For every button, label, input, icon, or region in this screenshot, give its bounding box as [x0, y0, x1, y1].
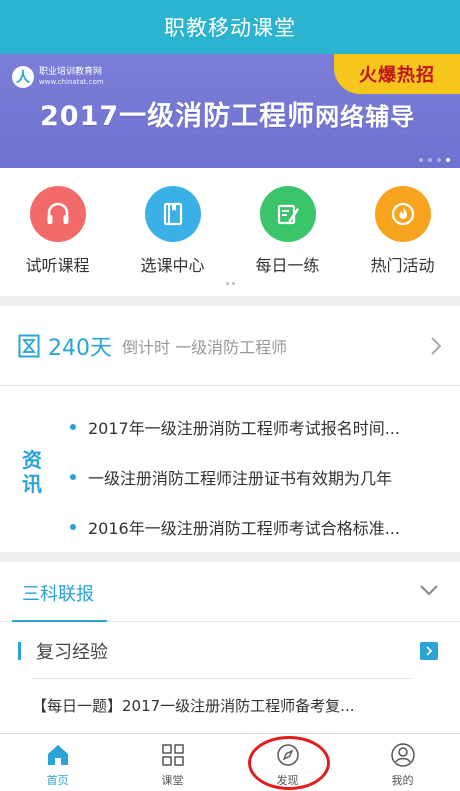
banner-headline: 2017一级消防工程师网络辅导	[40, 101, 416, 132]
home-icon	[47, 745, 68, 765]
app-header: 职教移动课堂	[0, 0, 460, 54]
news-badge-char: 讯	[22, 472, 42, 496]
book-icon	[144, 186, 201, 242]
tab-mine[interactable]: 我的	[345, 734, 460, 791]
review-section-title: 复习经验	[36, 642, 108, 663]
quick-links: 试听课程 选课中心 每日一练 热门活动	[0, 168, 460, 296]
page-title: 职教移动课堂	[164, 16, 296, 40]
article-link[interactable]: 【每日一题】2017一级注册消防工程师备考复...	[32, 678, 412, 732]
quick-link-courses[interactable]: 选课中心	[115, 186, 230, 276]
countdown-row[interactable]: 240天 倒计时 一级消防工程师	[0, 306, 460, 386]
hourglass-icon	[18, 334, 40, 357]
compass-icon	[276, 744, 299, 766]
quick-link-activities[interactable]: 热门活动	[345, 186, 460, 276]
banner-pager	[419, 158, 450, 162]
tab-home[interactable]: 首页	[0, 734, 115, 791]
grid-icon	[161, 744, 184, 766]
hot-tag: 火爆热招	[334, 54, 460, 94]
quick-link-label: 每日一练	[255, 256, 320, 275]
logo-url: www.chinatat.com	[39, 78, 104, 86]
edit-icon	[259, 186, 316, 242]
user-icon	[390, 743, 415, 767]
news-item[interactable]: 一级注册消防工程师注册证书有效期为几年	[70, 452, 440, 502]
countdown-label: 倒计时 一级消防工程师	[122, 337, 288, 357]
headphones-icon	[29, 186, 86, 242]
tab-three-subjects[interactable]: 三科联报	[22, 580, 94, 606]
flame-icon	[374, 186, 431, 242]
countdown-card: 240天 倒计时 一级消防工程师 资 讯 2017年一级注册消防工程师考试报名时…	[0, 306, 460, 552]
more-button[interactable]	[420, 642, 438, 660]
news-item[interactable]: 2016年一级注册消防工程师考试合格标准...	[70, 502, 440, 552]
news-badge-char: 资	[22, 448, 42, 472]
bullet-dot	[70, 524, 76, 530]
promo-banner[interactable]: 人 职业培训教育网 www.chinatat.com 火爆热招 2017一级消防…	[0, 54, 460, 168]
section-tabs: 三科联报	[0, 562, 460, 622]
tab-discover[interactable]: 发现	[230, 734, 345, 791]
logo-name: 职业培训教育网	[39, 67, 103, 77]
chevron-right-icon	[431, 337, 442, 355]
news-list: 2017年一级注册消防工程师考试报名时间... 一级注册消防工程师注册证书有效期…	[70, 402, 440, 552]
quick-link-daily-practice[interactable]: 每日一练	[230, 186, 345, 276]
bullet-dot	[70, 474, 76, 480]
countdown-days: 240天	[48, 335, 112, 361]
section-marker	[18, 642, 21, 660]
quick-link-label: 选课中心	[140, 256, 205, 275]
news-item[interactable]: 2017年一级注册消防工程师考试报名时间...	[70, 402, 440, 452]
quick-links-pager	[226, 282, 235, 285]
chevron-down-icon[interactable]	[420, 584, 438, 596]
quick-link-trial[interactable]: 试听课程	[0, 186, 115, 276]
chevron-right-icon	[426, 646, 433, 656]
tab-classroom[interactable]: 课堂	[115, 734, 230, 791]
bullet-dot	[70, 424, 76, 430]
logo-icon: 人	[12, 66, 34, 88]
review-section-header: 复习经验	[0, 622, 460, 678]
news-badge-icon: 资 讯	[22, 448, 42, 496]
quick-link-label: 热门活动	[370, 256, 435, 275]
course-sections: 三科联报 复习经验 【每日一题】2017一级注册消防工程师备考复...	[0, 562, 460, 734]
brand-logo: 人 职业培训教育网 www.chinatat.com	[12, 66, 104, 88]
bottom-tab-bar: 首页 课堂 发现 我的	[0, 733, 460, 791]
quick-link-label: 试听课程	[25, 256, 90, 275]
